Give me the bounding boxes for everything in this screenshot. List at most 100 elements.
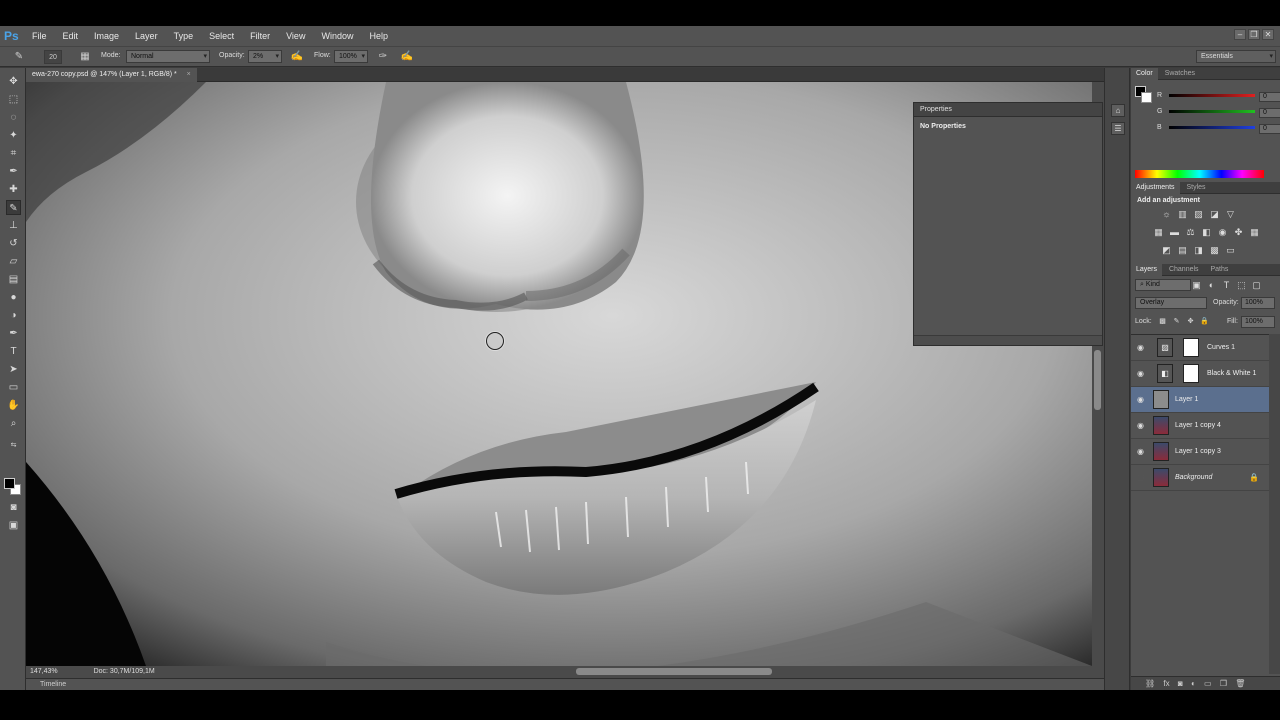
fill-field[interactable]: 100%: [1241, 316, 1275, 328]
menu-image[interactable]: Image: [86, 31, 127, 41]
menu-edit[interactable]: Edit: [55, 31, 87, 41]
lock-position-icon[interactable]: ✥: [1185, 316, 1196, 327]
zoom-level[interactable]: 147,43%: [30, 668, 58, 675]
visibility-eye-icon[interactable]: ◉: [1137, 395, 1147, 405]
threshold-icon[interactable]: ◨: [1193, 245, 1204, 256]
layer-row-copy3[interactable]: ◉ Layer 1 copy 3: [1131, 439, 1269, 465]
layer-filter-kind[interactable]: ⌕ Kind: [1135, 279, 1191, 291]
minimize-button[interactable]: –: [1234, 29, 1246, 40]
layer-name[interactable]: Layer 1: [1175, 396, 1198, 403]
layer-row-layer1[interactable]: ◉ Layer 1: [1131, 387, 1269, 413]
green-slider[interactable]: [1169, 110, 1255, 113]
vertical-scroll-thumb[interactable]: [1094, 350, 1101, 410]
gradient-tool-icon[interactable]: ▤: [6, 272, 21, 287]
gradient-map-icon[interactable]: ▭: [1225, 245, 1236, 256]
tab-color[interactable]: Color: [1131, 68, 1158, 80]
menu-help[interactable]: Help: [361, 31, 396, 41]
brush-panel-icon[interactable]: ▦: [78, 50, 92, 64]
eraser-tool-icon[interactable]: ▱: [6, 254, 21, 269]
filter-smart-icon[interactable]: ▢: [1251, 280, 1262, 291]
menu-select[interactable]: Select: [201, 31, 242, 41]
foreground-color-swatch[interactable]: [4, 478, 15, 489]
vibrance-icon[interactable]: ▦: [1153, 227, 1164, 238]
layer-row-black-white[interactable]: ◉ ◧ Black & White 1: [1131, 361, 1269, 387]
green-value[interactable]: 0: [1259, 108, 1280, 118]
airbrush-icon[interactable]: ✑: [376, 50, 390, 64]
gradient-triangle-icon[interactable]: ▽: [1225, 209, 1236, 220]
screen-mode-icon[interactable]: ▣: [6, 518, 21, 533]
tab-swatches[interactable]: Swatches: [1160, 68, 1200, 80]
visibility-eye-icon[interactable]: ◉: [1137, 447, 1147, 457]
marquee-tool-icon[interactable]: ⬚: [6, 92, 21, 107]
layers-scrollbar[interactable]: [1269, 334, 1280, 674]
hand-tool-icon[interactable]: ✋: [6, 398, 21, 413]
quick-select-tool-icon[interactable]: ✦: [6, 128, 21, 143]
swap-colors-icon[interactable]: ⇆: [6, 438, 21, 453]
curves-icon[interactable]: ▨: [1193, 209, 1204, 220]
pressure-opacity-icon[interactable]: ✍: [290, 50, 304, 64]
new-group-icon[interactable]: ▭: [1204, 679, 1212, 688]
color-lookup-icon[interactable]: ▦: [1249, 227, 1260, 238]
shape-tool-icon[interactable]: ▭: [6, 380, 21, 395]
lock-transparent-icon[interactable]: ▩: [1157, 316, 1168, 327]
filter-type-icon[interactable]: T: [1221, 280, 1232, 291]
tab-layers[interactable]: Layers: [1131, 264, 1163, 276]
blue-slider[interactable]: [1169, 126, 1255, 129]
eyedropper-tool-icon[interactable]: ✒: [6, 164, 21, 179]
close-tab-icon[interactable]: ×: [187, 71, 191, 78]
link-layers-icon[interactable]: ⛓: [1145, 679, 1155, 688]
dodge-tool-icon[interactable]: ◑: [6, 308, 21, 323]
move-tool-icon[interactable]: ✥: [6, 74, 21, 89]
visibility-eye-icon[interactable]: ◉: [1137, 421, 1147, 431]
hue-saturation-icon[interactable]: ▬: [1169, 227, 1180, 238]
channel-mixer-icon[interactable]: ✤: [1233, 227, 1244, 238]
pressure-size-icon[interactable]: ✍: [400, 50, 414, 64]
red-value[interactable]: 0: [1259, 92, 1280, 102]
restore-button[interactable]: ❐: [1248, 29, 1260, 40]
menu-window[interactable]: Window: [313, 31, 361, 41]
new-adjustment-icon[interactable]: ◐: [1191, 679, 1196, 688]
lock-all-icon[interactable]: 🔒: [1199, 316, 1210, 327]
opacity-field[interactable]: 2%: [248, 50, 282, 63]
tab-channels[interactable]: Channels: [1164, 264, 1204, 276]
delete-layer-icon[interactable]: 🗑: [1235, 679, 1245, 688]
fx-icon[interactable]: fx: [1163, 679, 1169, 688]
color-bg-swatch[interactable]: [1141, 92, 1152, 103]
history-panel-icon[interactable]: ⌂: [1111, 104, 1125, 117]
blend-mode-select[interactable]: Overlay: [1135, 297, 1207, 309]
properties-panel-title[interactable]: Properties: [914, 103, 1102, 117]
exposure-icon[interactable]: ◪: [1209, 209, 1220, 220]
close-button[interactable]: ✕: [1262, 29, 1274, 40]
menu-layer[interactable]: Layer: [127, 31, 166, 41]
black-white-icon[interactable]: ◧: [1201, 227, 1212, 238]
tab-paths[interactable]: Paths: [1206, 264, 1234, 276]
blue-value[interactable]: 0: [1259, 124, 1280, 134]
menu-filter[interactable]: Filter: [242, 31, 278, 41]
pen-tool-icon[interactable]: ✒: [6, 326, 21, 341]
layer-name[interactable]: Layer 1 copy 3: [1175, 448, 1221, 455]
mode-select[interactable]: Normal: [126, 50, 210, 63]
clone-stamp-tool-icon[interactable]: ⊥: [6, 218, 21, 233]
document-tab[interactable]: ewa-270 copy.psd @ 147% (Layer 1, RGB/8)…: [26, 68, 197, 82]
blur-tool-icon[interactable]: ●: [6, 290, 21, 305]
photo-filter-icon[interactable]: ◉: [1217, 227, 1228, 238]
brush-tool-preset-icon[interactable]: ✎: [12, 50, 26, 64]
quick-mask-icon[interactable]: ◙: [6, 500, 21, 515]
selective-color-icon[interactable]: ▩: [1209, 245, 1220, 256]
crop-tool-icon[interactable]: ⌗: [6, 146, 21, 161]
color-balance-icon[interactable]: ⚖: [1185, 227, 1196, 238]
posterize-icon[interactable]: ▤: [1177, 245, 1188, 256]
layer-name[interactable]: Background: [1175, 474, 1212, 481]
menu-view[interactable]: View: [278, 31, 313, 41]
lasso-tool-icon[interactable]: ◌: [6, 110, 21, 125]
tab-styles[interactable]: Styles: [1181, 182, 1210, 194]
layer-name[interactable]: Layer 1 copy 4: [1175, 422, 1221, 429]
type-tool-icon[interactable]: T: [6, 344, 21, 359]
properties-panel-icon[interactable]: ☰: [1111, 122, 1125, 135]
invert-icon[interactable]: ◩: [1161, 245, 1172, 256]
healing-brush-tool-icon[interactable]: ✚: [6, 182, 21, 197]
horizontal-scroll-thumb[interactable]: [576, 668, 772, 675]
brush-size-picker[interactable]: 20: [44, 50, 62, 64]
layer-row-curves[interactable]: ◉ ▨ Curves 1: [1131, 335, 1269, 361]
zoom-tool-icon[interactable]: ⌕: [6, 416, 21, 431]
